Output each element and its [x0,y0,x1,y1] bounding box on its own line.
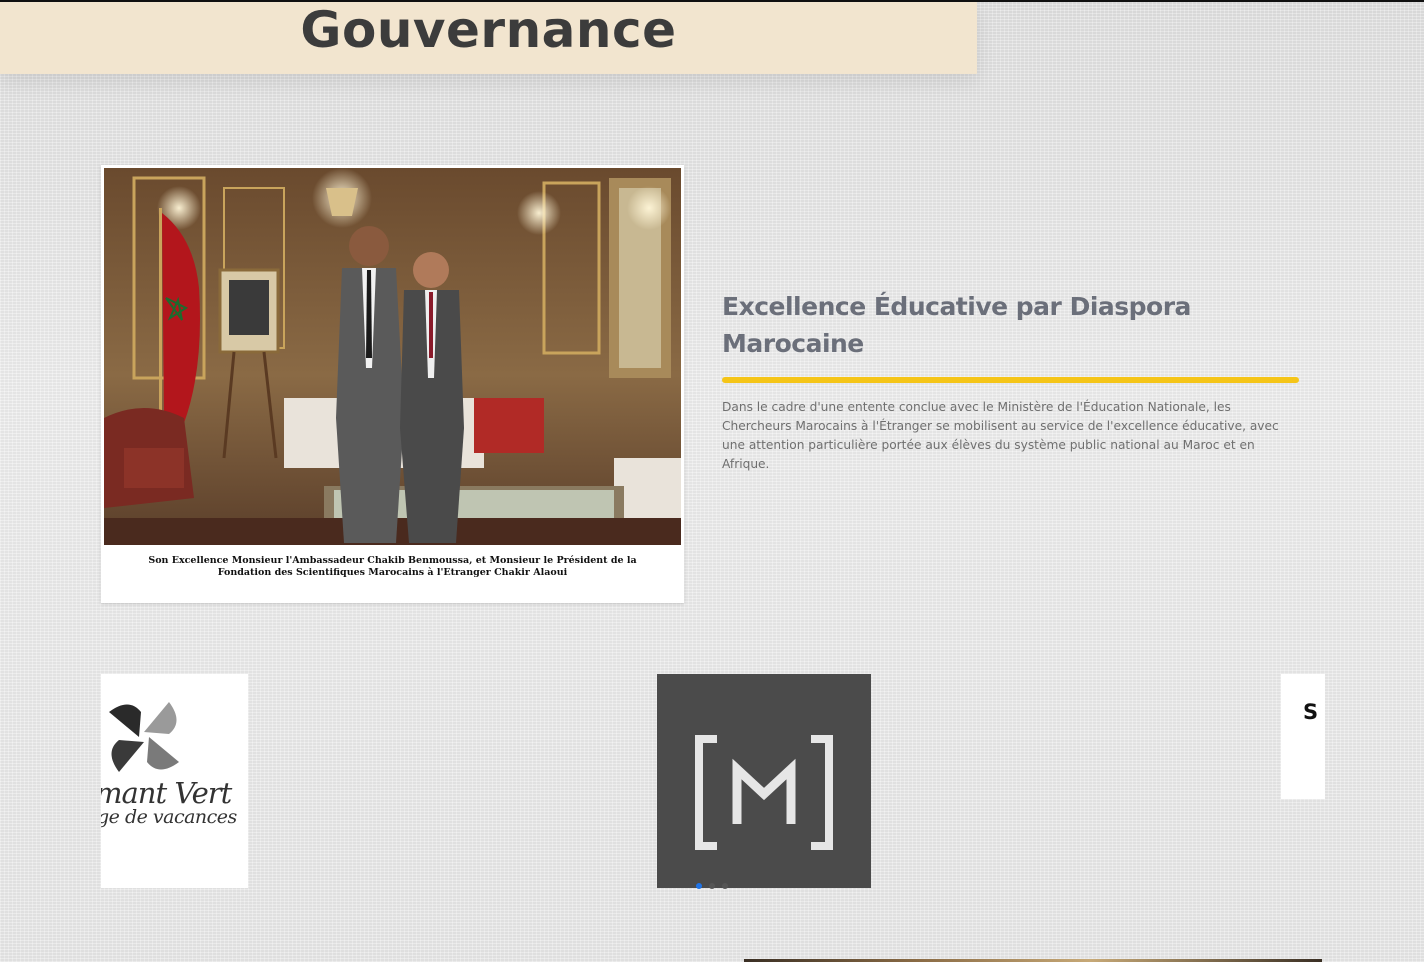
section-heading: Excellence Éducative par Diaspora Maroca… [722,292,1191,358]
partner-logo-middle[interactable] [657,674,871,888]
title-banner: Gouvernance [0,2,977,74]
carousel-dot-2[interactable] [709,883,715,889]
partner-logo-left[interactable]: mant Vert ge de vacances [101,674,248,888]
photo-card: Son Excellence Monsieur l'Ambassadeur Ch… [101,165,684,603]
carousel-dots [696,883,728,889]
partner-logo-left-line2: ge de vacances [101,806,237,828]
photo-caption: Son Excellence Monsieur l'Ambassadeur Ch… [148,555,637,578]
pinwheel-logo-icon [109,702,179,772]
heading-underline [722,377,1299,383]
carousel-dot-3[interactable] [722,883,728,889]
partner-logo-right-text: S [1303,700,1319,724]
page-title: Gouvernance [300,1,677,59]
section-description: Dans le cadre d'une entente conclue avec… [722,400,1279,471]
partner-logo-left-line1: mant Vert [101,776,232,810]
ambassador-photo [104,168,681,545]
carousel-dot-1[interactable] [696,883,702,889]
partner-logo-right[interactable]: S [1281,674,1325,799]
bracket-m-logo-icon [695,735,833,850]
